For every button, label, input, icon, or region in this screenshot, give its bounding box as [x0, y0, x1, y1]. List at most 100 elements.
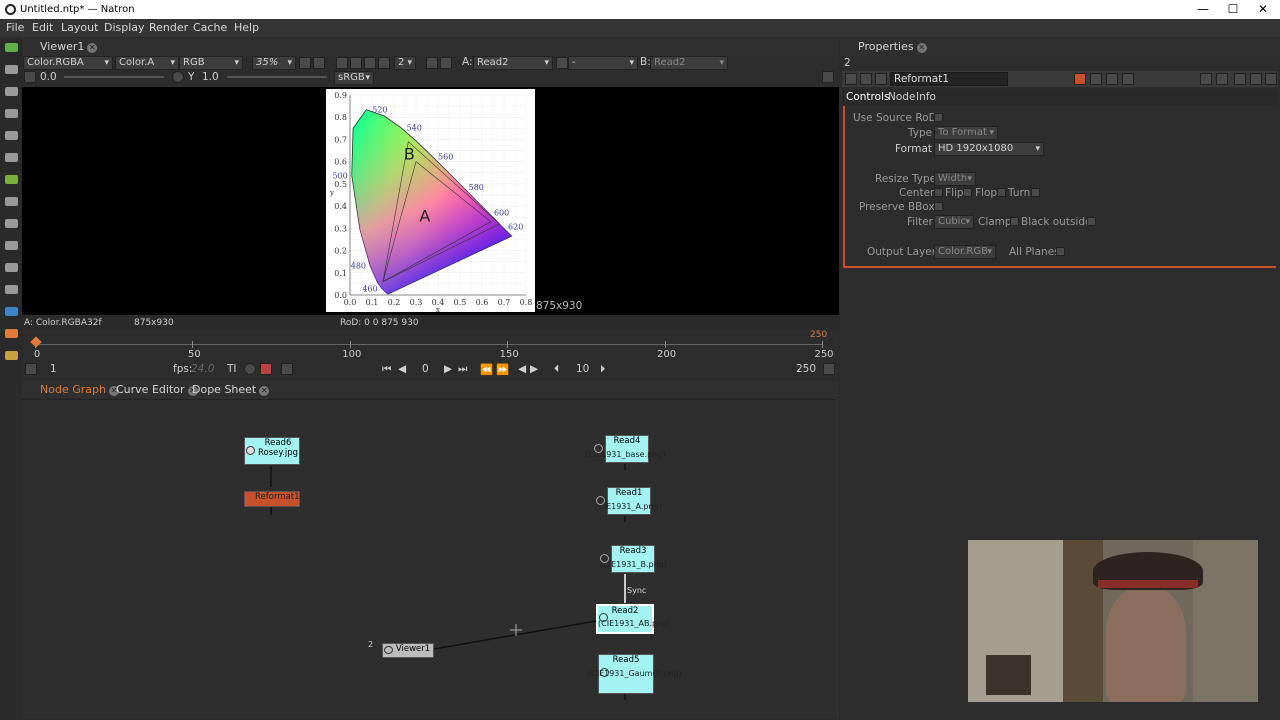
use-source-rod-checkbox[interactable] — [934, 113, 943, 122]
close-tab-icon[interactable]: ✕ — [259, 386, 270, 396]
gain-slider[interactable] — [64, 76, 164, 78]
max-panels-field[interactable]: 2 — [844, 57, 851, 69]
picker-icon[interactable] — [822, 71, 834, 83]
last-frame-field[interactable]: 250 — [796, 363, 816, 375]
gain-value[interactable]: 0.0 — [40, 71, 57, 83]
read2-preview-icon[interactable] — [599, 613, 608, 622]
maximize-button[interactable]: ☐ — [1223, 2, 1243, 16]
timeline-track[interactable] — [35, 344, 822, 345]
read5-preview-icon[interactable] — [600, 668, 609, 677]
set-last-frame-icon[interactable] — [823, 363, 835, 375]
help-node-icon[interactable] — [875, 73, 887, 85]
input-b-select[interactable]: Read2 — [650, 56, 728, 70]
prev-keyframe-icon[interactable]: ⏪ — [480, 363, 493, 376]
close-panel-icon[interactable] — [1265, 73, 1277, 85]
channel-tool-icon[interactable] — [5, 109, 18, 118]
fit-icon[interactable] — [313, 57, 325, 69]
flop-checkbox[interactable] — [997, 188, 1006, 197]
menu-render[interactable]: Render — [149, 21, 188, 34]
close-window-button[interactable]: ✕ — [1253, 2, 1273, 16]
refresh-icon[interactable] — [426, 57, 438, 69]
play-backward-icon[interactable]: ◀ — [398, 363, 406, 375]
collapse-icon[interactable] — [845, 73, 857, 85]
fps-field[interactable]: 24.0 — [191, 363, 214, 375]
pyplug-tool-icon[interactable] — [5, 329, 18, 338]
menu-layout[interactable]: Layout — [61, 21, 98, 34]
channels-select[interactable]: RGB — [179, 56, 243, 70]
tab-controls[interactable]: Controls — [846, 91, 889, 103]
stop-icon[interactable] — [260, 363, 272, 375]
input-a-select[interactable]: Read2 — [473, 56, 553, 70]
gamma-slider[interactable] — [227, 76, 327, 78]
proxy-icon[interactable] — [364, 57, 376, 69]
alpha-select[interactable]: Color.A — [115, 56, 179, 70]
restore-defaults-icon[interactable] — [1122, 73, 1134, 85]
views-tool-icon[interactable] — [5, 241, 18, 250]
format-select[interactable]: HD 1920x1080 — [934, 142, 1044, 156]
time-tool-icon[interactable] — [5, 87, 18, 96]
maximize-panel-icon[interactable] — [1250, 73, 1262, 85]
zoom-select[interactable]: 35% — [252, 56, 296, 70]
black-outside-checkbox[interactable] — [1087, 217, 1096, 226]
merge-tool-icon[interactable] — [5, 197, 18, 206]
minimize-panel-icon[interactable] — [1234, 73, 1246, 85]
set-first-frame-icon[interactable] — [25, 363, 37, 375]
tab-curve-editor[interactable]: Curve Editor ✕ — [116, 383, 198, 396]
node-name-field[interactable]: Reformat1 — [890, 72, 1008, 86]
minimize-button[interactable]: — — [1193, 2, 1213, 16]
menu-help[interactable]: Help — [234, 21, 259, 34]
help-icon[interactable] — [1200, 73, 1212, 85]
goto-end-icon[interactable]: ⏭ — [458, 363, 467, 376]
proxy-level-select[interactable]: 2 — [394, 56, 416, 70]
tab-viewer1[interactable]: Viewer1 ✕ — [40, 40, 98, 53]
lock-icon[interactable] — [281, 363, 293, 375]
turn-checkbox[interactable] — [1031, 188, 1040, 197]
filter-tool-icon[interactable] — [5, 153, 18, 162]
center-node-icon[interactable] — [860, 73, 872, 85]
extra-tool-icon[interactable] — [5, 351, 18, 360]
tab-dope-sheet[interactable]: Dope Sheet ✕ — [192, 383, 270, 396]
tab-node-graph[interactable]: Node Graph ✕ — [40, 383, 119, 396]
playhead-marker[interactable] — [30, 336, 42, 348]
menu-edit[interactable]: Edit — [32, 21, 53, 34]
read1-preview-icon[interactable] — [596, 496, 605, 505]
gmic-tool-icon[interactable] — [5, 285, 18, 294]
resize-type-select[interactable]: Width — [934, 172, 976, 186]
pause-icon[interactable] — [440, 57, 452, 69]
filter-select[interactable]: Cubic — [934, 215, 974, 229]
plugins-tool-icon[interactable] — [5, 307, 18, 316]
node-color-swatch[interactable] — [1074, 73, 1086, 85]
play-forward-icon[interactable]: ▶ — [444, 363, 452, 375]
menu-display[interactable]: Display — [104, 21, 145, 34]
close-tab-icon[interactable]: ✕ — [916, 43, 927, 53]
transform-tool-icon[interactable] — [5, 219, 18, 228]
all-planes-checkbox[interactable] — [1056, 247, 1065, 256]
draw-tool-icon[interactable] — [5, 65, 18, 74]
next-keyframe-icon[interactable]: ⏩ — [496, 363, 509, 376]
layer-select[interactable]: Color.RGBA — [23, 56, 113, 70]
turbo-icon[interactable] — [244, 363, 256, 375]
menu-cache[interactable]: Cache — [193, 21, 227, 34]
tab-properties[interactable]: Properties ✕ — [858, 40, 927, 53]
read3-preview-icon[interactable] — [600, 554, 609, 563]
current-frame-field[interactable]: 0 — [422, 363, 429, 375]
goto-start-icon[interactable]: ⏮ — [382, 363, 391, 376]
render-icon[interactable] — [350, 57, 362, 69]
type-select[interactable]: To Format — [934, 126, 998, 140]
prev-increment-icon[interactable]: ◀ — [518, 363, 526, 375]
center-checkbox[interactable] — [934, 188, 943, 197]
tab-info[interactable]: Info — [916, 91, 936, 103]
redo-icon[interactable] — [1106, 73, 1118, 85]
flip-checkbox[interactable] — [963, 188, 972, 197]
other-tool-icon[interactable] — [5, 263, 18, 272]
first-frame-field[interactable]: 1 — [50, 363, 57, 375]
close-tab-icon[interactable]: ✕ — [87, 43, 98, 53]
tab-node[interactable]: Node — [888, 91, 915, 103]
layout-icon[interactable] — [378, 57, 390, 69]
composite-icon[interactable] — [556, 57, 568, 69]
read4-preview-icon[interactable] — [594, 444, 603, 453]
operation-select[interactable]: - — [568, 56, 638, 70]
preserve-bbox-checkbox[interactable] — [934, 202, 943, 211]
node-reformat1[interactable]: Reformat1 — [244, 491, 300, 507]
undo-icon[interactable] — [1090, 73, 1102, 85]
